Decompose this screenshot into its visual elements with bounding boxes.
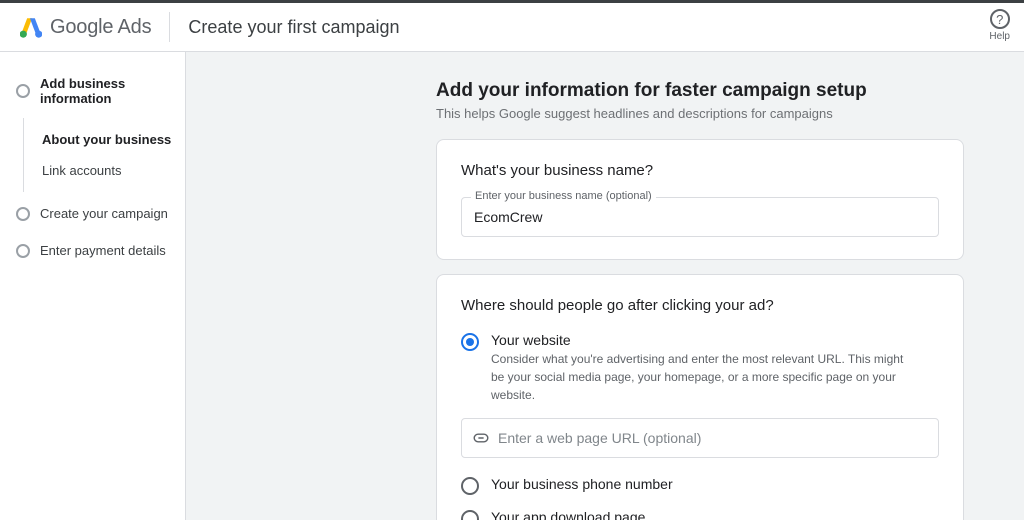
intro-title: Add your information for faster campaign… xyxy=(436,80,964,102)
header-divider xyxy=(169,12,170,42)
step-label: Create your campaign xyxy=(40,206,168,221)
page-title: Create your first campaign xyxy=(188,17,399,38)
option-website-label: Your website xyxy=(491,332,911,348)
option-phone-number[interactable]: Your business phone number xyxy=(461,476,939,495)
option-your-website[interactable]: Your website Consider what you're advert… xyxy=(461,332,939,458)
destination-card: Where should people go after clicking yo… xyxy=(436,274,964,520)
website-url-input-wrap[interactable] xyxy=(461,418,939,458)
website-url-input[interactable] xyxy=(498,430,928,446)
radio-icon[interactable] xyxy=(461,477,479,495)
business-name-input[interactable] xyxy=(461,197,939,237)
link-icon xyxy=(472,429,490,447)
step-indicator-icon xyxy=(16,244,30,258)
help-button[interactable]: ? Help xyxy=(989,9,1010,42)
radio-selected-icon[interactable] xyxy=(461,333,479,351)
option-app-label: Your app download page xyxy=(491,509,645,520)
sub-steps: About your business Link accounts xyxy=(23,118,185,192)
option-website-description: Consider what you're advertising and ent… xyxy=(491,350,911,404)
main-layout: Add business information About your busi… xyxy=(0,52,1024,520)
business-name-field-wrap: Enter your business name (optional) xyxy=(461,197,939,237)
radio-icon[interactable] xyxy=(461,510,479,520)
destination-question: Where should people go after clicking yo… xyxy=(461,297,939,314)
option-phone-label: Your business phone number xyxy=(491,476,673,492)
step-label: Add business information xyxy=(40,76,185,106)
option-app-download[interactable]: Your app download page xyxy=(461,509,939,520)
business-name-field-label: Enter your business name (optional) xyxy=(471,190,656,202)
substep-about-your-business[interactable]: About your business xyxy=(42,124,185,155)
content-area: Add your information for faster campaign… xyxy=(186,52,1024,520)
google-ads-logo-icon xyxy=(20,16,42,38)
step-indicator-icon xyxy=(16,207,30,221)
business-name-question: What's your business name? xyxy=(461,162,939,179)
website-url-field xyxy=(461,418,939,458)
step-add-business-info[interactable]: Add business information xyxy=(16,76,185,106)
help-icon: ? xyxy=(990,9,1010,29)
business-name-card: What's your business name? Enter your bu… xyxy=(436,139,964,260)
intro-subtitle: This helps Google suggest headlines and … xyxy=(436,106,964,121)
setup-steps-sidebar: Add business information About your busi… xyxy=(0,52,186,520)
step-indicator-icon xyxy=(16,84,30,98)
step-enter-payment-details[interactable]: Enter payment details xyxy=(16,243,185,258)
brand-logo[interactable]: Google Ads xyxy=(20,16,151,39)
substep-link-accounts[interactable]: Link accounts xyxy=(42,155,185,186)
brand-name: Google Ads xyxy=(50,16,151,39)
app-header: Google Ads Create your first campaign ? … xyxy=(0,0,1024,52)
help-label: Help xyxy=(989,31,1010,42)
step-create-your-campaign[interactable]: Create your campaign xyxy=(16,206,185,221)
step-label: Enter payment details xyxy=(40,243,166,258)
